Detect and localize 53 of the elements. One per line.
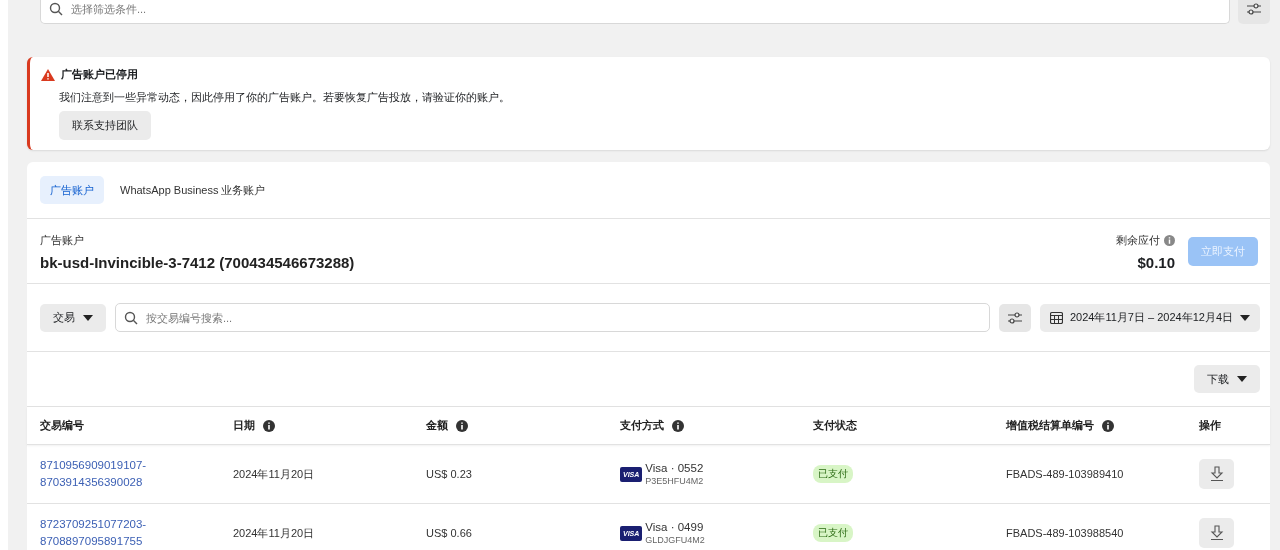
payment-method: Visa · 0499	[645, 521, 705, 533]
invoice-number: FBADS-489-103988540	[1006, 527, 1124, 539]
caret-icon	[1240, 314, 1250, 321]
filter-settings-button[interactable]	[998, 303, 1031, 332]
info-icon	[1164, 235, 1175, 246]
column-header: 支付状态	[813, 418, 857, 433]
column-header: 交易编号	[40, 418, 84, 433]
date-range-dropdown[interactable]: 2024年11月7日 – 2024年12月4日	[1039, 303, 1260, 332]
sliders-icon	[1006, 311, 1023, 324]
info-icon	[263, 419, 275, 432]
alert-message: 我们注意到一些异常动态，因此停用了你的广告账户。若要恢复广告投放，请验证你的账户。	[59, 90, 511, 105]
transaction-link[interactable]: 8723709251077203-8708897095891755	[40, 516, 155, 550]
column-header: 日期	[233, 418, 255, 433]
column-header: 操作	[1199, 418, 1221, 433]
balance-amount: $0.10	[1136, 254, 1175, 271]
status-badge: 已支付	[813, 465, 853, 483]
download-button[interactable]	[1199, 459, 1234, 489]
transaction-search-field[interactable]: 按交易编号搜索...	[115, 303, 990, 332]
download-icon	[1209, 525, 1224, 541]
invoice-number: FBADS-489-103989410	[1006, 468, 1124, 480]
payment-method: Visa · 0552	[645, 462, 704, 474]
type-dropdown[interactable]: 交易	[40, 303, 106, 332]
account-name: bk-usd-Invincible-3-7412 (700434546673288)	[40, 254, 356, 271]
amount-cell: US$ 0.66	[426, 527, 472, 539]
payment-reference: GLDJGFU4M2	[645, 535, 705, 545]
download-icon	[1209, 466, 1224, 482]
transaction-link[interactable]: 8710956909019107-8703914356390028	[40, 457, 155, 491]
tab[interactable]: WhatsApp Business 业务账户	[110, 176, 276, 204]
caret-icon	[83, 314, 93, 321]
alert-title: 广告账户已停用	[61, 67, 138, 82]
balance-label: 剩余应付	[1116, 233, 1160, 248]
date-cell: 2024年11月20日	[233, 466, 315, 482]
column-header: 金额	[426, 418, 448, 433]
contact-support-button[interactable]: 联系支持团队	[59, 111, 151, 140]
account-label: 广告账户	[40, 233, 85, 248]
date-cell: 2024年11月20日	[233, 525, 315, 541]
amount-cell: US$ 0.23	[426, 468, 472, 480]
caret-icon	[1237, 376, 1247, 382]
download-dropdown[interactable]: 下载	[1194, 365, 1260, 393]
download-button[interactable]	[1199, 518, 1234, 548]
tab[interactable]: 广告账户	[40, 176, 104, 204]
filter-settings-button[interactable]	[1238, 0, 1270, 24]
info-icon	[672, 419, 684, 432]
sliders-icon	[1246, 3, 1262, 15]
calendar-icon	[1049, 311, 1063, 324]
warning-icon	[41, 68, 55, 81]
info-icon	[456, 419, 468, 432]
payment-reference: P3E5HFU4M2	[645, 476, 704, 486]
status-badge: 已支付	[813, 524, 853, 542]
column-header: 支付方式	[620, 418, 664, 433]
info-icon	[1102, 419, 1114, 432]
filter-search-field[interactable]: 选择筛选条件...	[40, 0, 1230, 24]
column-header: 增值税结算单编号	[1006, 418, 1094, 433]
